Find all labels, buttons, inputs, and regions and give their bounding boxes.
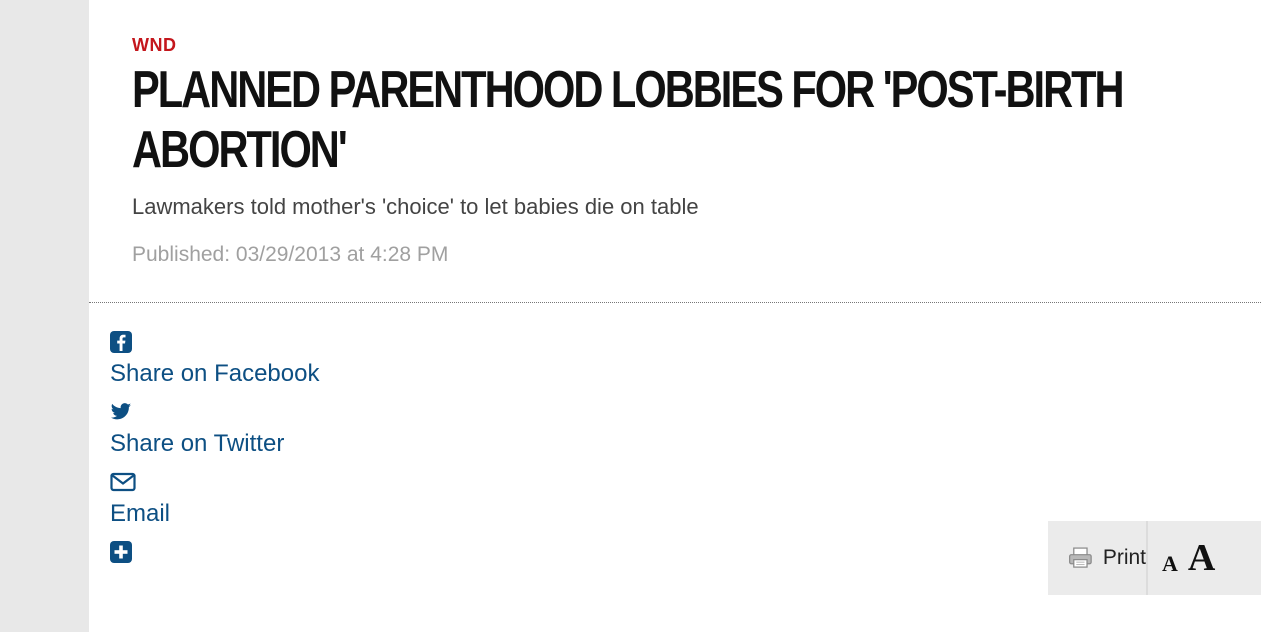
brand-label[interactable]: WND [132,34,1232,56]
print-button[interactable]: Print [1048,521,1148,595]
article-header: WND PLANNED PARENTHOOD LOBBIES FOR 'POST… [132,34,1232,180]
left-rail [0,0,89,632]
published-date: Published: 03/29/2013 at 4:28 PM [132,243,449,266]
share-twitter-link[interactable]: Share on Twitter [110,430,319,458]
divider [89,302,1261,303]
share-facebook-link[interactable]: Share on Facebook [110,360,319,388]
font-size-increase-button[interactable]: A [1188,536,1215,580]
printer-icon [1069,547,1092,568]
font-size-decrease-button[interactable]: A [1162,551,1178,577]
article-tools: Print A A [1048,521,1261,595]
plus-square-icon[interactable] [110,540,132,564]
headline: PLANNED PARENTHOOD LOBBIES FOR 'POST-BIR… [132,61,1125,179]
share-email-link[interactable]: Email [110,500,319,528]
print-label: Print [1102,546,1146,569]
subheadline: Lawmakers told mother's 'choice' to let … [132,194,699,219]
share-bar: Share on Facebook Share on Twitter Email [110,330,319,570]
twitter-bird-icon[interactable] [110,400,132,424]
envelope-icon[interactable] [110,470,136,494]
facebook-square-icon[interactable] [110,330,132,354]
